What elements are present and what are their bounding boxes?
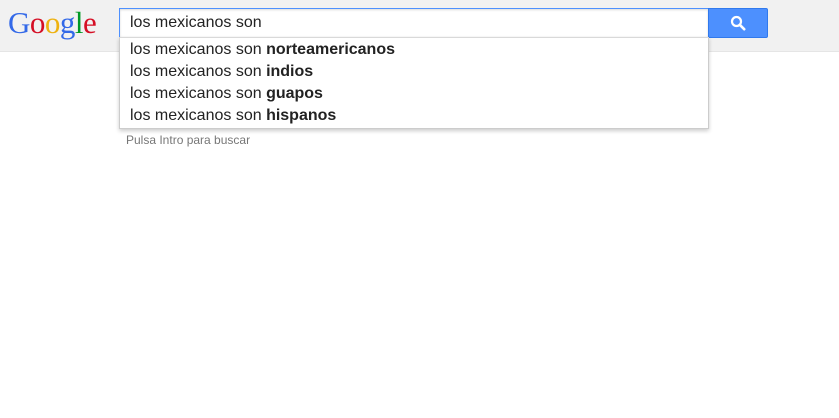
google-logo[interactable]: Google bbox=[8, 5, 97, 41]
press-enter-hint: Pulsa Intro para buscar bbox=[126, 133, 251, 147]
suggestion-prefix: los mexicanos son bbox=[130, 85, 267, 102]
autocomplete-dropdown: los mexicanos son norteamericanos los me… bbox=[119, 37, 709, 129]
search-icon bbox=[730, 15, 746, 31]
search-input[interactable] bbox=[119, 8, 709, 38]
search-button[interactable] bbox=[708, 8, 768, 38]
logo-letter: e bbox=[83, 5, 97, 40]
logo-letter: l bbox=[74, 5, 84, 40]
suggestion-item[interactable]: los mexicanos son indios bbox=[120, 61, 708, 83]
suggestion-item[interactable]: los mexicanos son guapos bbox=[120, 83, 708, 105]
suggestion-item[interactable]: los mexicanos son hispanos bbox=[120, 105, 708, 127]
suggestion-completion: guapos bbox=[266, 85, 323, 102]
logo-letter: g bbox=[59, 5, 76, 40]
logo-letter: o bbox=[44, 5, 61, 40]
suggestion-prefix: los mexicanos son bbox=[130, 41, 267, 58]
logo-letter: G bbox=[8, 5, 30, 40]
suggestion-item[interactable]: los mexicanos son norteamericanos bbox=[120, 39, 708, 61]
suggestion-prefix: los mexicanos son bbox=[130, 63, 267, 80]
suggestion-completion: norteamericanos bbox=[266, 41, 395, 58]
suggestion-prefix: los mexicanos son bbox=[130, 107, 267, 124]
suggestion-completion: hispanos bbox=[266, 107, 337, 124]
logo-letter: o bbox=[29, 5, 46, 40]
suggestion-completion: indios bbox=[266, 63, 314, 80]
